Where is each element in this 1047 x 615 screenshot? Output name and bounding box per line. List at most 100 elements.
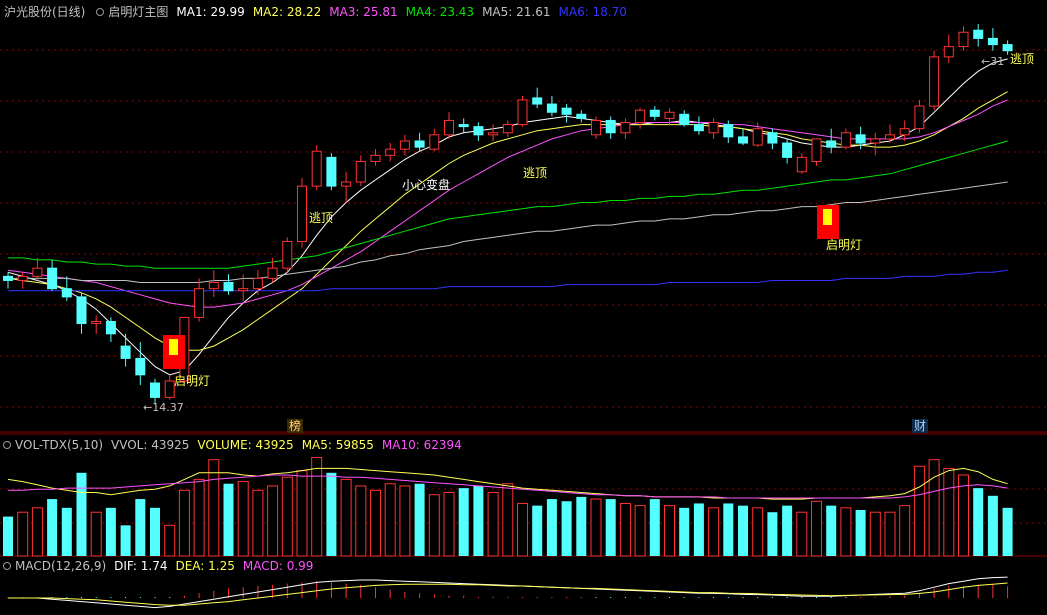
candle-body bbox=[708, 122, 719, 134]
candle-body bbox=[488, 132, 499, 136]
candle bbox=[708, 118, 719, 139]
volume-bar bbox=[31, 507, 43, 557]
dea-value: DEA: 1.25 bbox=[175, 559, 235, 573]
vol-ma10-value: MA10: 62394 bbox=[381, 438, 462, 452]
volume-bar bbox=[987, 495, 998, 556]
caution-label: 小心变盘 bbox=[402, 178, 451, 192]
candle bbox=[105, 317, 116, 342]
macd-settings-icon[interactable] bbox=[3, 562, 11, 570]
candle-body bbox=[105, 320, 116, 335]
indicator-name[interactable]: 启明灯主图 bbox=[108, 3, 168, 21]
ma1-value: MA1: 29.99 bbox=[176, 5, 245, 19]
candle bbox=[885, 124, 895, 144]
candle bbox=[164, 374, 175, 400]
ma6-line bbox=[8, 269, 1008, 292]
stock-name[interactable]: 沪光股份(日线) bbox=[4, 3, 85, 21]
candle bbox=[546, 95, 557, 117]
candle-body bbox=[150, 382, 160, 398]
volume-bar bbox=[281, 476, 293, 557]
candle-body bbox=[811, 138, 822, 162]
candle bbox=[458, 118, 469, 133]
candle-body bbox=[738, 136, 748, 144]
volume-bar bbox=[752, 507, 764, 557]
volume-bar bbox=[340, 478, 352, 557]
event-marker-bang[interactable]: 榜 bbox=[287, 419, 304, 433]
volume-bar bbox=[150, 507, 160, 556]
dif-line bbox=[8, 576, 1008, 609]
volume-bar bbox=[855, 510, 866, 556]
volume-settings-icon[interactable] bbox=[3, 441, 11, 449]
volume-bar bbox=[517, 502, 528, 557]
ma5-value: MA5: 21.61 bbox=[482, 5, 551, 19]
volume-bar bbox=[47, 499, 58, 556]
candle-body bbox=[943, 46, 954, 58]
candle bbox=[444, 112, 454, 139]
candle-body bbox=[517, 99, 528, 126]
candlesticks[interactable] bbox=[3, 24, 1013, 405]
volume-bar bbox=[414, 483, 425, 556]
volume-bar bbox=[561, 501, 572, 556]
volume-bar bbox=[135, 499, 146, 556]
candle-body bbox=[546, 103, 557, 113]
candle-body bbox=[326, 156, 337, 187]
candle bbox=[679, 110, 690, 127]
candle bbox=[635, 108, 646, 129]
candle bbox=[782, 138, 793, 164]
candle-body bbox=[649, 109, 660, 117]
main-legend: 沪光股份(日线) 启明灯主图 MA1: 29.99 MA2: 28.22 MA3… bbox=[0, 3, 635, 21]
candle-body bbox=[223, 282, 234, 292]
candle-body bbox=[458, 124, 469, 128]
escape-label-2: 逃顶 bbox=[523, 166, 548, 180]
candle-body bbox=[444, 119, 454, 136]
volume-bars[interactable] bbox=[3, 456, 1013, 557]
candle-body bbox=[840, 132, 851, 148]
candle bbox=[473, 122, 484, 141]
candle-body bbox=[267, 267, 278, 279]
candle bbox=[32, 257, 43, 281]
stock-chart[interactable] bbox=[0, 0, 1047, 615]
candle-body bbox=[987, 37, 998, 46]
candle-body bbox=[311, 150, 322, 187]
volume-bar bbox=[619, 502, 631, 557]
volume-bar bbox=[428, 494, 440, 557]
indicator-settings-icon[interactable] bbox=[96, 8, 105, 16]
ma3-value: MA3: 25.81 bbox=[329, 5, 398, 19]
volume-bar bbox=[767, 512, 778, 556]
candle-body bbox=[355, 160, 366, 183]
volume-bar bbox=[61, 507, 72, 556]
volume-bar bbox=[899, 505, 911, 557]
candle-body bbox=[91, 320, 102, 325]
volume-bar bbox=[840, 507, 852, 557]
candle bbox=[326, 153, 337, 191]
signal-label-1: 启明灯 bbox=[174, 374, 211, 388]
candle-body bbox=[899, 128, 910, 136]
vvol-value: VVOL: 43925 bbox=[111, 438, 190, 452]
candle-body bbox=[502, 124, 513, 134]
vol-indicator-name[interactable]: VOL-TDX(5,10) bbox=[15, 436, 103, 454]
candle-body bbox=[958, 31, 969, 48]
candle bbox=[282, 237, 293, 273]
candle-body bbox=[120, 345, 131, 359]
volume-bar bbox=[164, 524, 176, 557]
volume-bar bbox=[913, 465, 925, 557]
volume-bar bbox=[223, 483, 234, 556]
candle-body bbox=[414, 140, 425, 148]
candle bbox=[297, 177, 307, 248]
volume-bar bbox=[532, 505, 543, 556]
candle bbox=[208, 270, 219, 297]
event-marker-cai[interactable]: 财 bbox=[912, 419, 929, 433]
candle bbox=[929, 50, 940, 111]
ma4-value: MA4: 23.43 bbox=[405, 5, 475, 19]
macd-indicator-name[interactable]: MACD(12,26,9) bbox=[15, 557, 106, 575]
volume-bar bbox=[664, 505, 675, 557]
candle bbox=[311, 145, 322, 191]
volume-bar bbox=[605, 499, 616, 556]
volume-bar bbox=[826, 505, 837, 556]
macd-legend: MACD(12,26,9) DIF: 1.74 DEA: 1.25 MACD: … bbox=[0, 557, 321, 575]
volume-bar bbox=[502, 483, 514, 557]
ma2-value: MA2: 28.22 bbox=[252, 5, 322, 19]
volume-bar bbox=[973, 488, 984, 556]
volume-bar bbox=[267, 485, 279, 557]
candle bbox=[17, 272, 28, 289]
candle-body bbox=[752, 128, 763, 146]
